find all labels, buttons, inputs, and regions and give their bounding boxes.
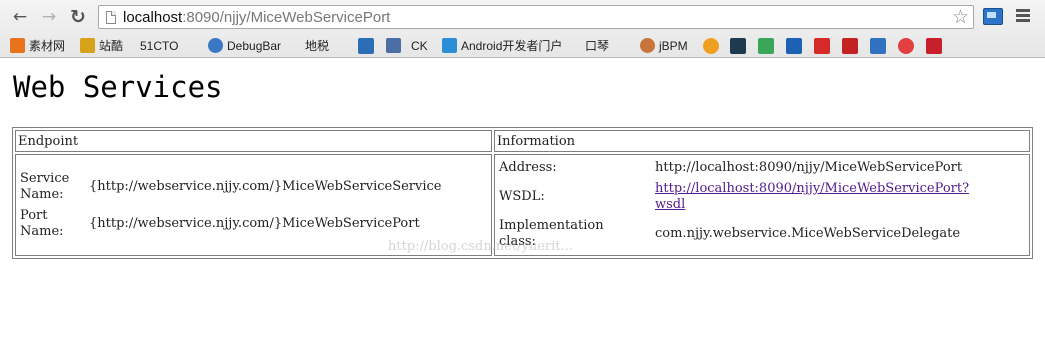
implementation-label-2: class: bbox=[499, 234, 536, 249]
url-path: :8090/njjy/MiceWebServicePort bbox=[182, 9, 391, 26]
g-blue-icon[interactable] bbox=[870, 38, 886, 54]
port-name-label: Port Name: bbox=[17, 206, 85, 242]
bookmark-51cto[interactable]: 51CTO bbox=[140, 37, 179, 109]
android-portal-icon bbox=[442, 38, 457, 53]
port-name-label-1: Port bbox=[20, 207, 48, 223]
xun-icon[interactable] bbox=[786, 38, 802, 54]
green-chat-icon[interactable] bbox=[758, 38, 774, 54]
wsdl-row: WSDL: http://localhost:8090/njjy/MiceWeb… bbox=[496, 179, 1028, 215]
reload-button[interactable]: ↻ bbox=[67, 6, 89, 28]
bookmark-android-portal[interactable]: Android开发者门户 bbox=[442, 37, 562, 55]
bookmark-star-icon[interactable]: ☆ bbox=[952, 6, 969, 28]
table-header-row: Endpoint Information bbox=[15, 130, 1030, 152]
extension-icon[interactable] bbox=[983, 8, 1003, 25]
bookmark-zcool[interactable]: 站酷 bbox=[80, 37, 123, 55]
information-details: Address: http://localhost:8090/njjy/Mice… bbox=[495, 157, 1029, 253]
implementation-label-1: Implementation bbox=[499, 218, 604, 233]
bookmark-label: 站酷 bbox=[99, 39, 124, 53]
browser-toolbar: ← → ↻ localhost:8090/njjy/MiceWebService… bbox=[0, 0, 1045, 34]
browser-chrome: ← → ↻ localhost:8090/njjy/MiceWebService… bbox=[0, 0, 1045, 109]
port-name-label-2: Name: bbox=[20, 223, 64, 239]
page-icon bbox=[106, 11, 116, 24]
bookmark-label: 51CTO bbox=[140, 39, 179, 53]
url-host: localhost bbox=[123, 9, 183, 26]
ck-icon bbox=[386, 38, 401, 53]
service-name-label: Service Name: bbox=[17, 169, 85, 205]
red-chart-icon[interactable] bbox=[842, 38, 858, 54]
port-name-row: Port Name: {http://webservice.njjy.com/}M… bbox=[17, 206, 445, 242]
bookmark-label: 口琴 bbox=[585, 39, 610, 53]
address-label: Address: bbox=[499, 160, 557, 175]
bookmark-label: 地税 bbox=[305, 39, 330, 53]
bookmark-sucaiwang[interactable]: 素材网 bbox=[10, 37, 65, 55]
c-blue-icon[interactable] bbox=[358, 38, 374, 54]
service-name-label-2: Name: bbox=[20, 186, 64, 202]
bookmarks-bar: 素材网 站酷 51CTO DebugBar 地税 CK Android开发者门户… bbox=[0, 34, 1045, 109]
bookmark-label: 素材网 bbox=[29, 39, 66, 53]
orange-swirl-icon[interactable] bbox=[703, 38, 719, 54]
bookmark-label: DebugBar bbox=[227, 39, 282, 53]
bookmark-label: jBPM bbox=[659, 39, 688, 53]
address-value: http://localhost:8090/njjy/MiceWebServic… bbox=[655, 160, 963, 175]
table-row: Service Name: {http://webservice.njjy.com… bbox=[15, 154, 1030, 256]
service-name-row: Service Name: {http://webservice.njjy.com… bbox=[17, 169, 445, 205]
service-name-value: {http://webservice.njjy.com/}MiceWebServ… bbox=[89, 178, 442, 194]
bookmark-ck[interactable]: CK bbox=[386, 37, 428, 55]
zcool-icon bbox=[80, 38, 95, 53]
wsdl-link-line-2: wsdl bbox=[655, 197, 686, 212]
implementation-row: Implementation class: com.njjy.webservice… bbox=[496, 216, 1028, 252]
c-red-icon[interactable] bbox=[926, 38, 942, 54]
service-name-label-1: Service bbox=[20, 170, 70, 186]
bookmark-jbpm[interactable]: jBPM bbox=[640, 37, 688, 55]
debugbar-icon bbox=[208, 38, 223, 53]
header-endpoint: Endpoint bbox=[15, 130, 492, 152]
bookmark-label: Android开发者门户 bbox=[461, 39, 563, 53]
back-button[interactable]: ← bbox=[9, 6, 31, 28]
bookmark-dishui[interactable]: 地税 bbox=[305, 37, 330, 109]
orange-puzzle-icon bbox=[10, 38, 25, 53]
forward-button[interactable]: → bbox=[38, 6, 60, 28]
address-row: Address: http://localhost:8090/njjy/Mice… bbox=[496, 158, 1028, 178]
menu-icon[interactable] bbox=[1016, 9, 1030, 24]
wsdl-link-line-1: http://localhost:8090/njjy/MiceWebServic… bbox=[655, 181, 970, 196]
page-title: Web Services bbox=[13, 70, 223, 104]
address-bar[interactable]: localhost:8090/njjy/MiceWebServicePort ☆ bbox=[98, 5, 974, 29]
endpoint-details: Service Name: {http://webservice.njjy.com… bbox=[16, 168, 446, 243]
wsdl-label: WSDL: bbox=[499, 189, 545, 204]
port-name-value: {http://webservice.njjy.com/}MiceWebServ… bbox=[89, 215, 420, 231]
endpoint-cell: Service Name: {http://webservice.njjy.com… bbox=[15, 154, 492, 256]
jbpm-icon bbox=[640, 38, 655, 53]
url-text[interactable]: localhost:8090/njjy/MiceWebServicePort bbox=[123, 9, 390, 26]
header-information: Information bbox=[494, 130, 1030, 152]
information-cell: Address: http://localhost:8090/njjy/Mice… bbox=[494, 154, 1030, 256]
implementation-value: com.njjy.webservice.MiceWebServiceDelega… bbox=[655, 226, 961, 241]
page-content: Web Services Endpoint Information Servic… bbox=[0, 59, 1045, 357]
weibo-icon[interactable] bbox=[898, 38, 914, 54]
jd-icon[interactable] bbox=[814, 38, 830, 54]
services-table: Endpoint Information Service Name: {http:… bbox=[12, 127, 1033, 259]
dark-mascot-icon[interactable] bbox=[730, 38, 746, 54]
bookmark-label: CK bbox=[411, 39, 428, 53]
wsdl-link-cell: http://localhost:8090/njjy/MiceWebServic… bbox=[652, 179, 1028, 215]
bookmark-kouqin[interactable]: 口琴 bbox=[585, 37, 610, 109]
bookmark-debugbar[interactable]: DebugBar bbox=[208, 37, 281, 55]
wsdl-link[interactable]: http://localhost:8090/njjy/MiceWebServic… bbox=[655, 181, 969, 212]
implementation-label: Implementation class: bbox=[496, 216, 651, 252]
